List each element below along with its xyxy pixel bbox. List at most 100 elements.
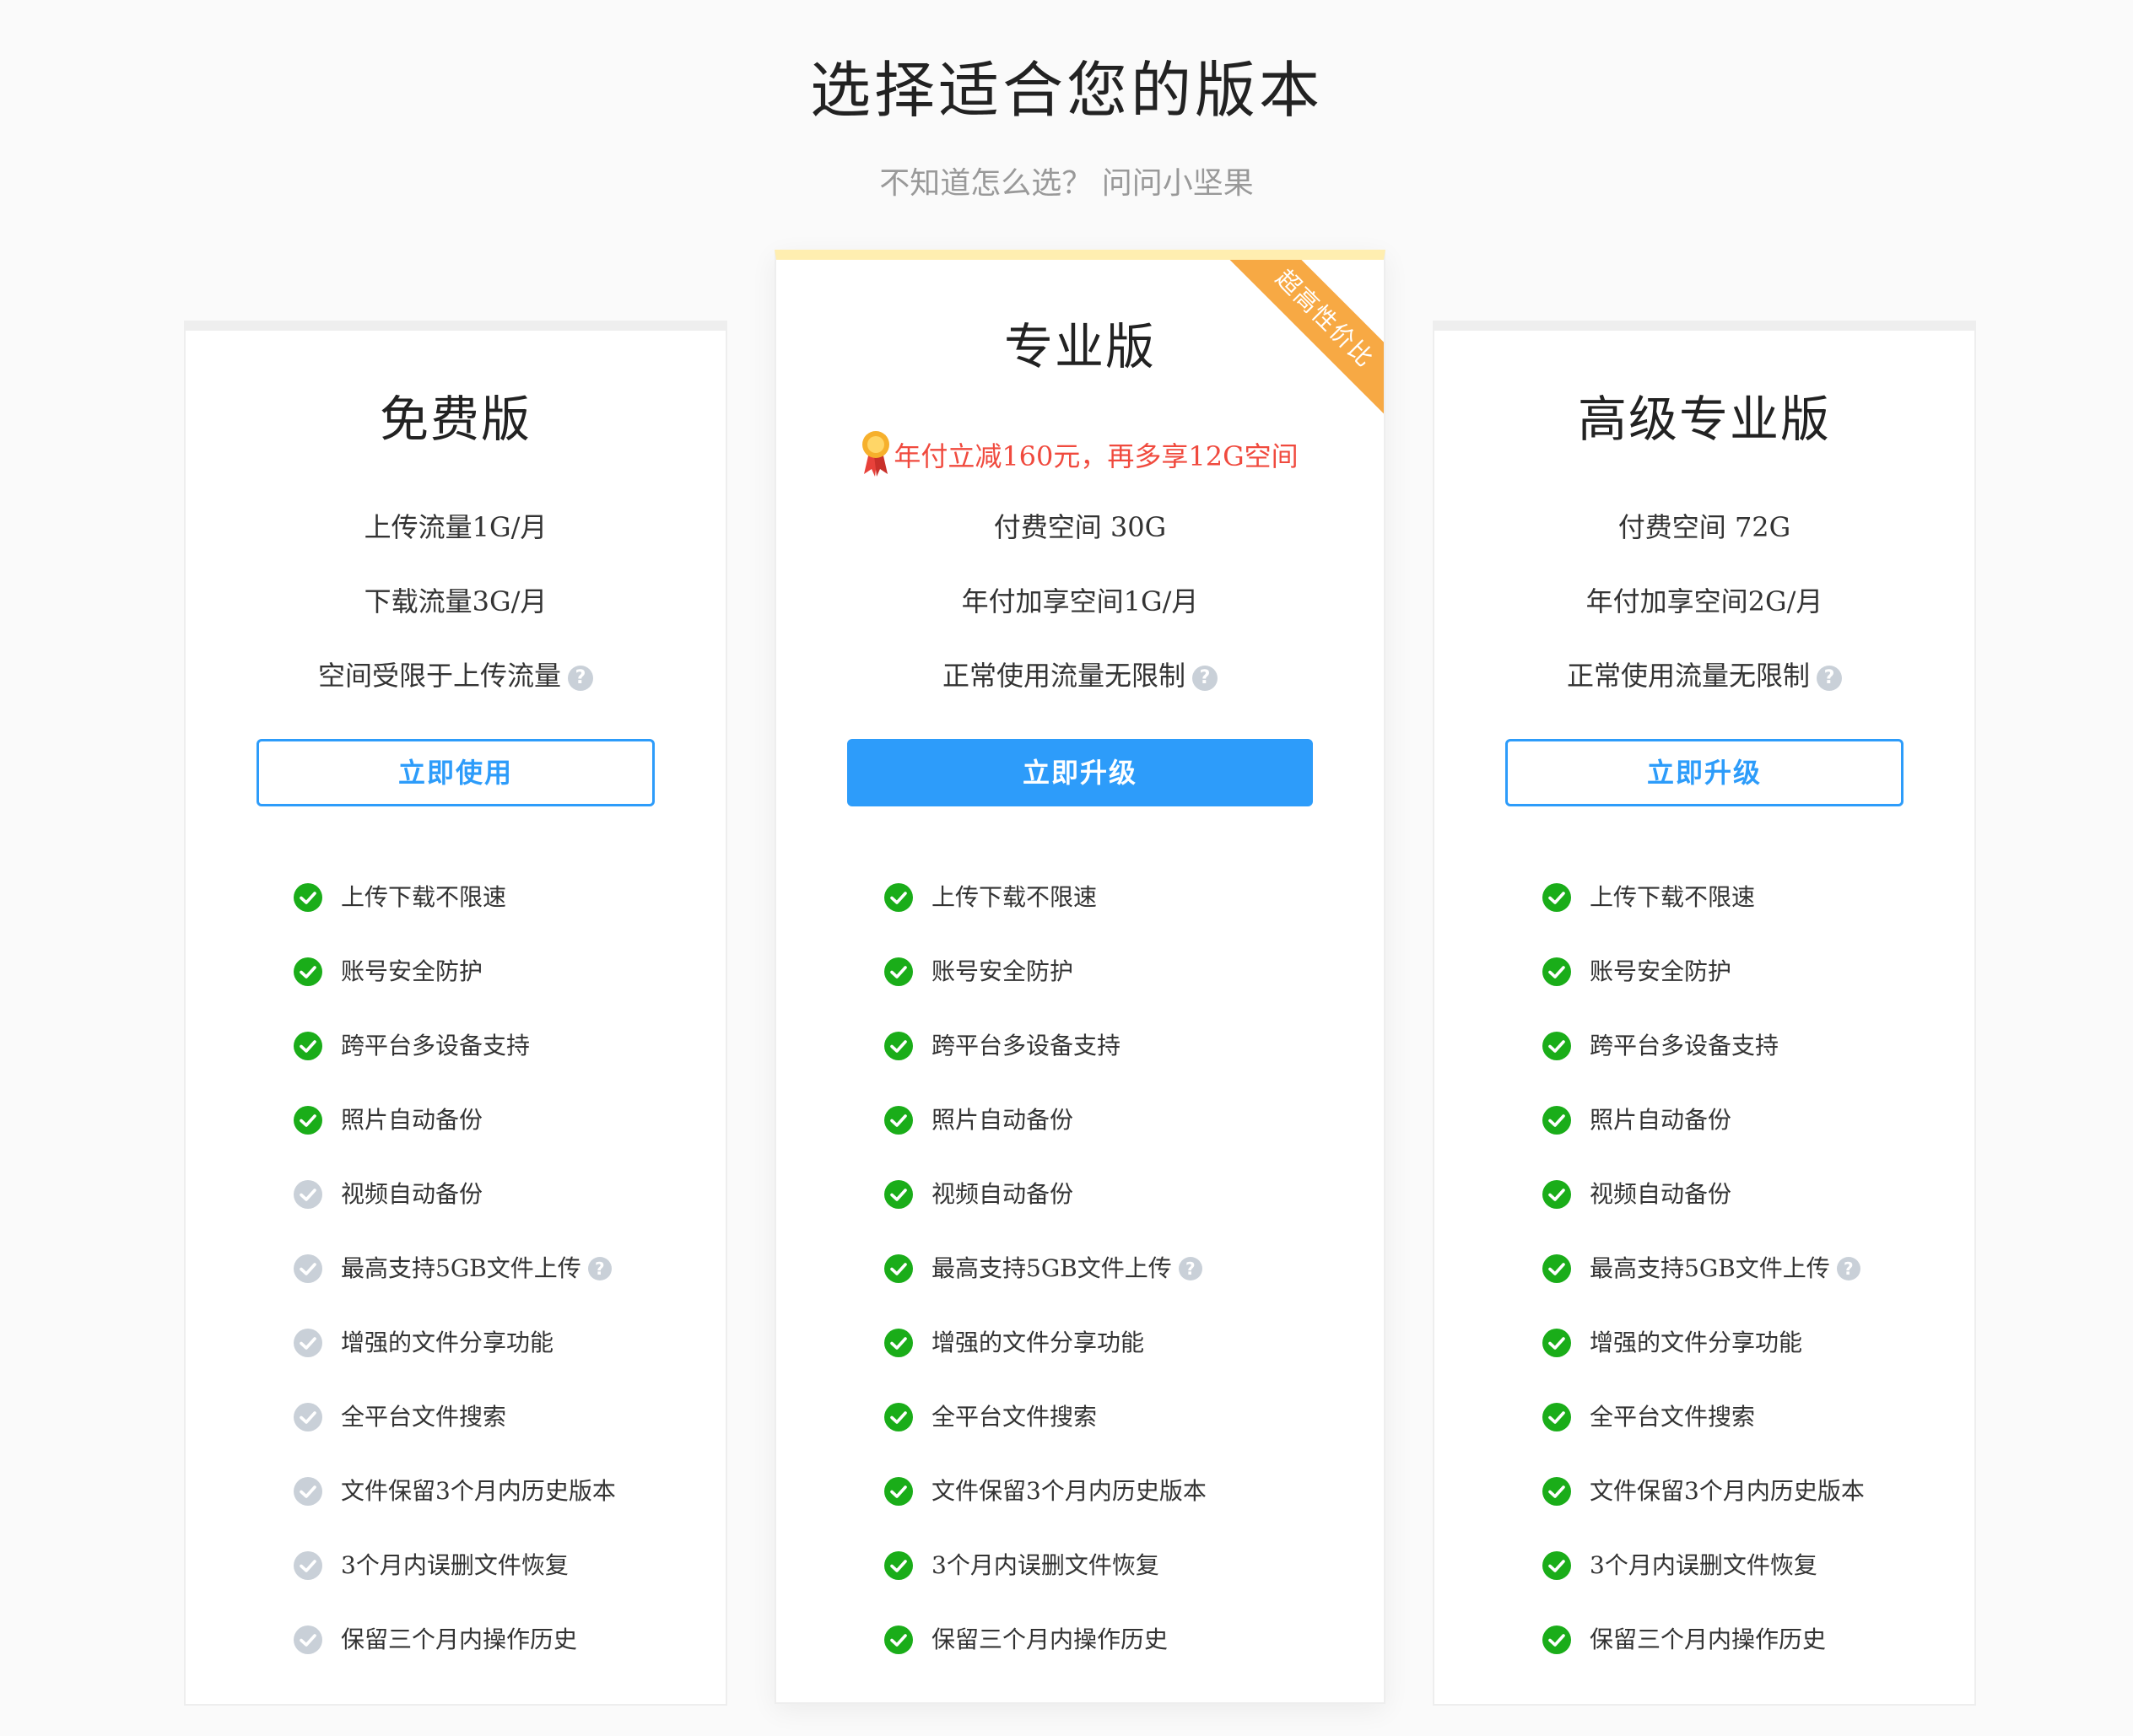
page-subtitle[interactable]: 不知道怎么选？ 问问小坚果 <box>0 159 2133 202</box>
feature-label: 视频自动备份 <box>1590 1180 1732 1208</box>
plan-line-bonus: 年付加享空间2G/月 <box>1585 585 1823 617</box>
feature-item: 账号安全防护 <box>294 955 483 989</box>
feature-item: 增强的文件分享功能 <box>1542 1326 1802 1360</box>
feature-item: 照片自动备份 <box>1542 1103 1731 1137</box>
feature-item: 文件保留3个月内历史版本 <box>884 1475 1207 1508</box>
plan-line-space: 空间受限于上传流量? <box>186 655 726 693</box>
check-circle-icon <box>1542 1179 1571 1209</box>
check-circle-icon <box>1542 957 1571 986</box>
feature-label: 账号安全防护 <box>932 957 1074 985</box>
check-circle-icon <box>294 1105 322 1135</box>
feature-label: 文件保留3个月内历史版本 <box>1590 1477 1865 1505</box>
feature-item: 文件保留3个月内历史版本 <box>294 1475 616 1508</box>
check-circle-icon <box>884 1031 913 1060</box>
feature-item: 账号安全防护 <box>884 955 1073 989</box>
feature-label: 最高支持5GB文件上传 <box>932 1254 1172 1282</box>
feature-label: 照片自动备份 <box>341 1106 483 1134</box>
feature-item: 上传下载不限速 <box>294 881 506 914</box>
check-circle-icon <box>294 1625 322 1654</box>
plan-line-traffic: 正常使用流量无限制? <box>776 655 1384 693</box>
check-circle-icon <box>294 1031 322 1060</box>
feature-label: 照片自动备份 <box>932 1106 1074 1134</box>
question-circle-icon[interactable]: ? <box>568 666 593 691</box>
feature-item: 最高支持5GB文件上传? <box>1542 1252 1860 1286</box>
feature-label: 上传下载不限速 <box>932 883 1098 911</box>
feature-item: 照片自动备份 <box>294 1103 483 1137</box>
feature-item: 3个月内误删文件恢复 <box>1542 1549 1817 1582</box>
feature-item: 保留三个月内操作历史 <box>294 1623 577 1657</box>
feature-label: 跨平台多设备支持 <box>341 1032 531 1059</box>
feature-label: 照片自动备份 <box>1590 1106 1732 1134</box>
check-circle-icon <box>884 1253 913 1283</box>
plan-name: 高级专业版 <box>1577 391 1831 448</box>
plan-line-label: 正常使用流量无限制 <box>942 660 1185 692</box>
check-circle-icon <box>1542 1031 1571 1060</box>
feature-label: 视频自动备份 <box>932 1180 1074 1208</box>
medal-icon <box>861 430 890 477</box>
plan-card-advanced: 高级专业版 付费空间 72G 年付加享空间2G/月 正常使用流量无限制? 立即升… <box>1433 321 1976 1706</box>
check-circle-icon <box>884 882 913 912</box>
check-circle-icon <box>294 1402 322 1431</box>
check-circle-icon <box>294 1550 322 1580</box>
check-circle-icon <box>884 957 913 986</box>
feature-label: 3个月内误删文件恢复 <box>1590 1551 1817 1579</box>
feature-label: 增强的文件分享功能 <box>932 1329 1145 1356</box>
upgrade-button[interactable]: 立即升级 <box>847 739 1313 806</box>
feature-item: 视频自动备份 <box>884 1178 1073 1211</box>
check-circle-icon <box>1542 1476 1571 1506</box>
plan-line-label: 正常使用流量无限制 <box>1566 660 1810 692</box>
feature-item: 3个月内误删文件恢复 <box>294 1549 569 1582</box>
feature-label: 文件保留3个月内历史版本 <box>932 1477 1207 1505</box>
question-circle-icon[interactable]: ? <box>587 1257 612 1280</box>
check-circle-icon <box>294 1328 322 1357</box>
feature-item: 增强的文件分享功能 <box>294 1326 554 1360</box>
feature-label: 增强的文件分享功能 <box>341 1329 554 1356</box>
feature-label: 最高支持5GB文件上传 <box>341 1254 581 1282</box>
feature-label: 上传下载不限速 <box>1590 883 1756 911</box>
feature-label: 最高支持5GB文件上传 <box>1590 1254 1830 1282</box>
plan-name: 专业版 <box>1003 318 1156 375</box>
feature-label: 文件保留3个月内历史版本 <box>341 1477 616 1505</box>
feature-item: 全平台文件搜索 <box>1542 1400 1755 1434</box>
question-circle-icon[interactable]: ? <box>1836 1257 1860 1280</box>
check-circle-icon <box>884 1105 913 1135</box>
feature-item: 3个月内误删文件恢复 <box>884 1549 1159 1582</box>
feature-label: 账号安全防护 <box>1590 957 1732 985</box>
feature-label: 保留三个月内操作历史 <box>341 1625 578 1653</box>
feature-item: 上传下载不限速 <box>1542 881 1755 914</box>
feature-label: 全平台文件搜索 <box>932 1403 1098 1431</box>
check-circle-icon <box>294 882 322 912</box>
check-circle-icon <box>884 1625 913 1654</box>
feature-item: 最高支持5GB文件上传? <box>884 1252 1202 1286</box>
check-circle-icon <box>294 1476 322 1506</box>
feature-label: 跨平台多设备支持 <box>1590 1032 1779 1059</box>
question-circle-icon[interactable]: ? <box>1817 666 1842 691</box>
feature-item: 跨平台多设备支持 <box>884 1029 1120 1063</box>
question-circle-icon[interactable]: ? <box>1192 666 1218 691</box>
plan-line-download: 下载流量3G/月 <box>364 585 548 617</box>
plan-line-label: 空间受限于上传流量 <box>317 660 561 692</box>
feature-label: 视频自动备份 <box>341 1180 483 1208</box>
check-circle-icon <box>1542 1105 1571 1135</box>
feature-label: 账号安全防护 <box>341 957 483 985</box>
check-circle-icon <box>1542 1253 1571 1283</box>
feature-label: 增强的文件分享功能 <box>1590 1329 1803 1356</box>
promo-text: 年付立减160元，再多享12G空间 <box>894 440 1299 472</box>
feature-label: 3个月内误删文件恢复 <box>341 1551 569 1579</box>
feature-label: 上传下载不限速 <box>341 883 507 911</box>
check-circle-icon <box>884 1328 913 1357</box>
use-now-button[interactable]: 立即使用 <box>256 739 655 806</box>
upgrade-button[interactable]: 立即升级 <box>1505 739 1904 806</box>
check-circle-icon <box>294 1253 322 1283</box>
feature-item: 照片自动备份 <box>884 1103 1073 1137</box>
check-circle-icon <box>294 1179 322 1209</box>
promo-line: 年付立减160元，再多享12G空间 <box>776 430 1384 477</box>
check-circle-icon <box>884 1476 913 1506</box>
check-circle-icon <box>1542 1402 1571 1431</box>
question-circle-icon[interactable]: ? <box>1178 1257 1202 1280</box>
plan-line-bonus: 年付加享空间1G/月 <box>961 585 1199 617</box>
feature-item: 账号安全防护 <box>1542 955 1731 989</box>
page-title: 选择适合您的版本 <box>809 55 1323 126</box>
feature-label: 全平台文件搜索 <box>1590 1403 1756 1431</box>
check-circle-icon <box>1542 1625 1571 1654</box>
